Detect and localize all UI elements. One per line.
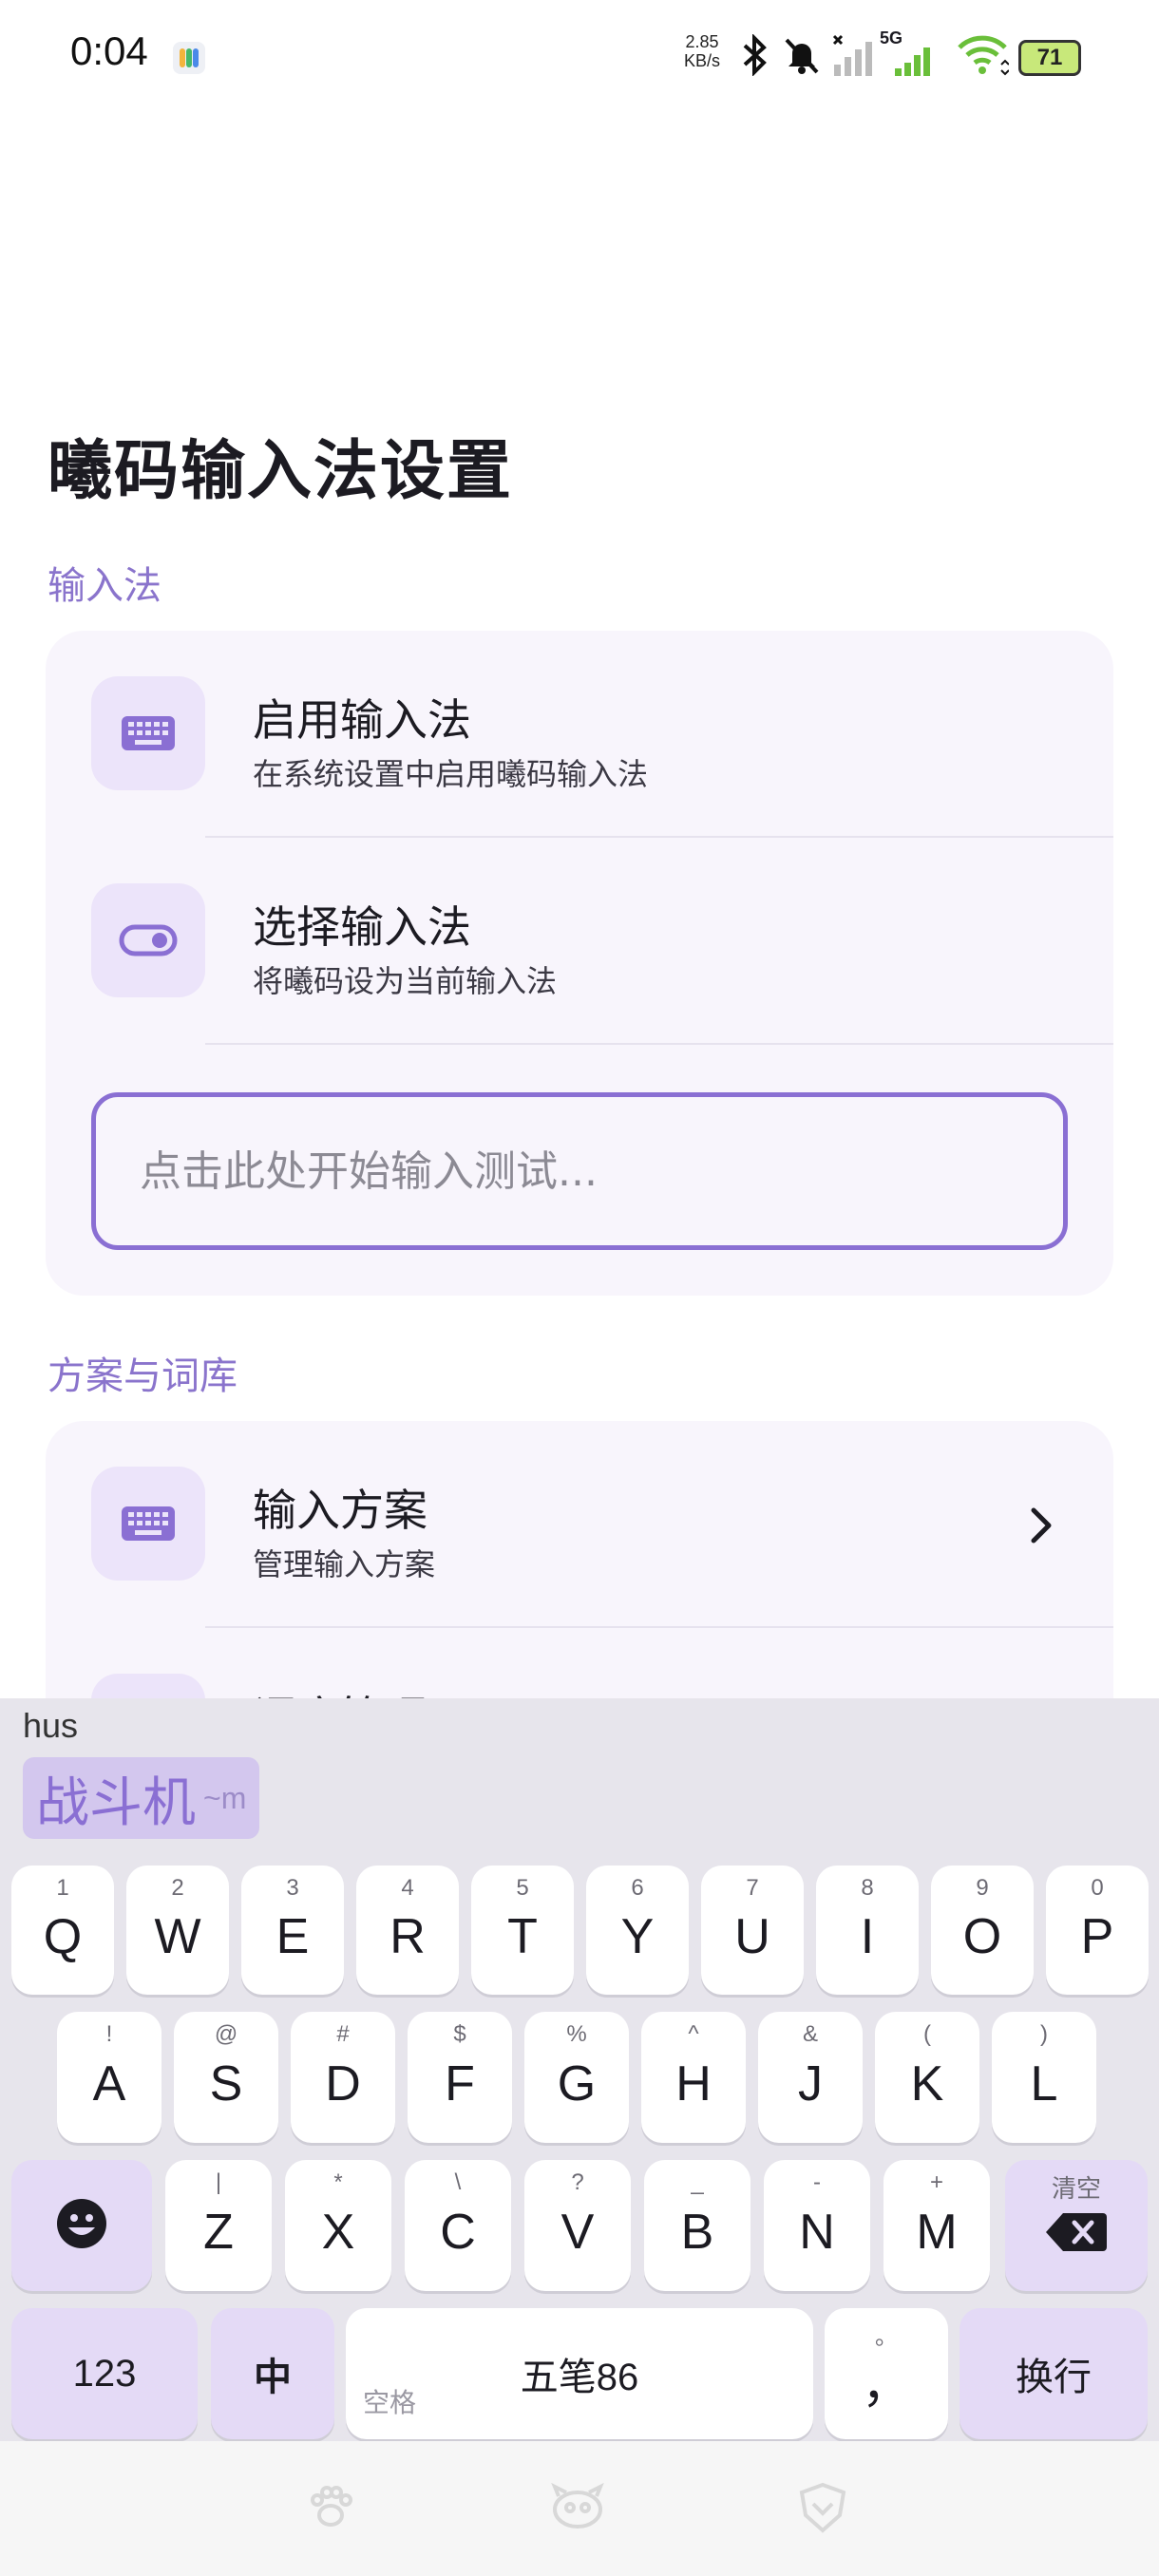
row-subtitle: 管理输入方案	[253, 1546, 436, 1582]
emoji-key[interactable]	[11, 2160, 152, 2291]
signal-5g-icon: 5G	[880, 28, 930, 76]
composing-text: hus	[23, 1706, 79, 1745]
row-subtitle: 将曦码设为当前输入法	[253, 963, 558, 999]
row-title: 输入方案	[253, 1485, 428, 1536]
key-a[interactable]: ! A	[57, 2012, 162, 2143]
input-method-card: 启用输入法 在系统设置中启用曦码输入法 选择输入法 将曦码设为当前输入法	[46, 631, 1113, 1296]
row-subtitle: 在系统设置中启用曦码输入法	[253, 756, 649, 792]
signal-icon	[828, 34, 876, 82]
numbers-key[interactable]: 123	[11, 2308, 198, 2439]
section-label-schema: 方案与词库	[48, 1354, 238, 1398]
comma-key[interactable]: 。 ，	[825, 2308, 948, 2439]
soft-keyboard: hus 战斗机 ~m 1Q 2W 3E 4R 5T 6Y 7U 8I 9O 0P…	[0, 1698, 1159, 2441]
key-g[interactable]: % G	[524, 2012, 629, 2143]
chevron-right-icon	[1026, 1505, 1054, 1550]
key-p[interactable]: 0P	[1046, 1866, 1149, 1995]
keyboard-icon	[91, 676, 205, 790]
key-k[interactable]: (K	[875, 2012, 979, 2143]
candidate-hint: ~m	[203, 1780, 247, 1815]
section-label-input-method: 输入法	[48, 564, 162, 608]
key-b[interactable]: _ B	[644, 2160, 750, 2291]
status-time: 0:04	[70, 28, 148, 73]
key-f[interactable]: $ F	[408, 2012, 512, 2143]
candidate-text: 战斗机	[36, 1771, 196, 1834]
space-key[interactable]: 五笔86 空格	[346, 2308, 813, 2439]
row-divider	[205, 1043, 1113, 1045]
enable-input-method-row[interactable]: 启用输入法 在系统设置中启用曦码输入法	[46, 631, 1113, 838]
app-notification-icon	[173, 42, 205, 74]
key-q[interactable]: 1Q	[11, 1866, 114, 1995]
bottom-nav-bar	[0, 2441, 1159, 2576]
status-bar: 0:04 2.85 KB/s 5G 71	[0, 0, 1159, 114]
key-c[interactable]: \ C	[405, 2160, 511, 2291]
key-j[interactable]: & J	[758, 2012, 863, 2143]
key-m[interactable]: + M	[884, 2160, 990, 2291]
keyboard-icon	[91, 1467, 205, 1581]
key-i[interactable]: 8I	[816, 1866, 919, 1995]
key-z[interactable]: | Z	[165, 2160, 272, 2291]
key-n[interactable]: -N	[764, 2160, 870, 2291]
key-t[interactable]: 5T	[471, 1866, 574, 1995]
row-title: 选择输入法	[253, 901, 471, 953]
key-w[interactable]: 2W	[126, 1866, 229, 1995]
shield-icon[interactable]	[798, 2481, 847, 2538]
key-v[interactable]: ? V	[524, 2160, 631, 2291]
mascot-icon[interactable]	[547, 2481, 608, 2538]
emoji-icon	[55, 2197, 108, 2255]
language-key[interactable]: 中	[211, 2308, 334, 2439]
select-input-method-row[interactable]: 选择输入法 将曦码设为当前输入法	[46, 838, 1113, 1045]
net-speed: 2.85 KB/s	[684, 32, 721, 70]
backspace-icon	[1046, 2211, 1107, 2258]
key-u[interactable]: 7U	[701, 1866, 804, 1995]
key-o[interactable]: 9O	[931, 1866, 1034, 1995]
candidate-item[interactable]: 战斗机 ~m	[23, 1757, 260, 1839]
key-x[interactable]: * X	[285, 2160, 391, 2291]
wifi-icon	[956, 34, 1010, 80]
toggle-icon	[91, 883, 205, 997]
key-e[interactable]: 3E	[241, 1866, 344, 1995]
key-s[interactable]: @ S	[174, 2012, 278, 2143]
backspace-key[interactable]: 清空	[1005, 2160, 1148, 2291]
key-l[interactable]: ) L	[992, 2012, 1096, 2143]
page-title: 曦码输入法设置	[48, 434, 514, 509]
input-test-field[interactable]	[91, 1092, 1068, 1250]
key-r[interactable]: 4R	[356, 1866, 459, 1995]
input-schema-row[interactable]: 输入方案 管理输入方案	[46, 1421, 1113, 1628]
paw-icon[interactable]	[304, 2481, 357, 2538]
row-title: 启用输入法	[253, 694, 471, 746]
bluetooth-icon	[735, 33, 773, 80]
key-y[interactable]: 6Y	[586, 1866, 689, 1995]
mute-icon	[781, 34, 823, 80]
key-h[interactable]: ^ H	[641, 2012, 746, 2143]
key-d[interactable]: # D	[291, 2012, 395, 2143]
battery-icon: 71	[1018, 40, 1081, 76]
enter-key[interactable]: 换行	[960, 2308, 1148, 2439]
